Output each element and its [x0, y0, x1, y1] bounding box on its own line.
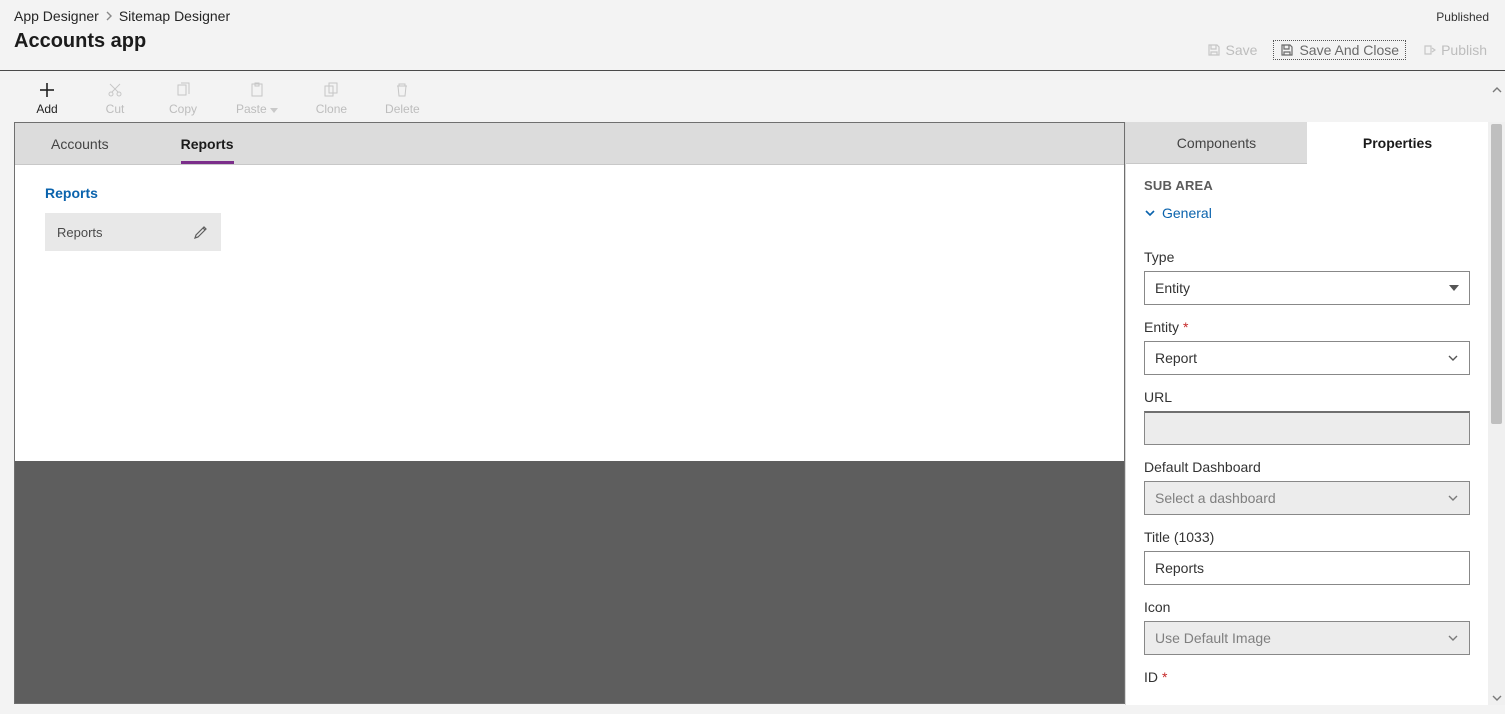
tab-components[interactable]: Components	[1126, 122, 1307, 164]
type-select[interactable]: Entity	[1144, 271, 1470, 305]
id-label: ID	[1144, 669, 1158, 685]
panel-tabs: Components Properties	[1126, 122, 1488, 164]
section-general-label: General	[1162, 205, 1212, 221]
add-label: Add	[36, 102, 57, 116]
icon-value: Use Default Image	[1155, 630, 1271, 646]
tab-properties[interactable]: Properties	[1307, 122, 1488, 164]
canvas-empty-area	[15, 461, 1124, 703]
breadcrumb-current: Sitemap Designer	[119, 8, 230, 24]
header-actions: Save Save And Close Publish	[1203, 40, 1491, 60]
breadcrumb-root[interactable]: App Designer	[14, 8, 99, 24]
sitemap-canvas: Accounts Reports Reports Reports	[14, 122, 1125, 704]
title-label: Title (1033)	[1144, 529, 1214, 545]
canvas-tabs: Accounts Reports	[15, 123, 1124, 165]
main: Accounts Reports Reports Reports Compone…	[0, 122, 1505, 705]
pencil-icon[interactable]	[193, 224, 209, 240]
default-dashboard-placeholder: Select a dashboard	[1155, 490, 1276, 506]
delete-button: Delete	[385, 81, 420, 116]
canvas-wrap: Accounts Reports Reports Reports	[0, 122, 1125, 705]
add-button[interactable]: Add	[32, 81, 62, 116]
tab-reports[interactable]: Reports	[145, 123, 270, 164]
type-label: Type	[1144, 249, 1174, 265]
group-title[interactable]: Reports	[45, 185, 1094, 201]
save-close-icon	[1280, 43, 1294, 57]
required-asterisk: *	[1162, 669, 1167, 685]
canvas-body: Reports Reports	[15, 165, 1124, 461]
copy-button: Copy	[168, 81, 198, 116]
icon-field-label: Icon	[1144, 599, 1170, 615]
clone-button: Clone	[316, 81, 347, 116]
chevron-down-icon	[1144, 207, 1156, 219]
title-input[interactable]: Reports	[1144, 551, 1470, 585]
header: App Designer Sitemap Designer Accounts a…	[0, 0, 1505, 71]
right-panel-container: Components Properties SUB AREA General T…	[1125, 122, 1505, 705]
breadcrumb-separator-icon	[105, 11, 113, 21]
clone-icon	[322, 81, 340, 99]
copy-icon	[174, 81, 192, 99]
cut-button: Cut	[100, 81, 130, 116]
entity-label: Entity	[1144, 319, 1179, 335]
scroll-down-icon[interactable]	[1491, 692, 1502, 703]
copy-label: Copy	[169, 102, 197, 116]
publish-icon	[1422, 43, 1436, 57]
caret-down-icon	[270, 108, 278, 113]
save-button: Save	[1203, 40, 1262, 60]
field-id: ID*	[1144, 669, 1470, 685]
default-dashboard-label: Default Dashboard	[1144, 459, 1261, 475]
required-asterisk: *	[1183, 319, 1188, 335]
properties-panel: Components Properties SUB AREA General T…	[1125, 122, 1488, 705]
section-general-toggle[interactable]: General	[1144, 205, 1212, 221]
url-input	[1144, 411, 1470, 445]
save-close-label: Save And Close	[1299, 42, 1399, 58]
chevron-down-icon	[1447, 352, 1459, 364]
url-label: URL	[1144, 389, 1172, 405]
toolbar: Add Cut Copy Paste Clone Delete	[0, 71, 1505, 122]
title-value: Reports	[1155, 560, 1204, 576]
cut-label: Cut	[106, 102, 125, 116]
save-and-close-button[interactable]: Save And Close	[1273, 40, 1406, 60]
field-icon: Icon Use Default Image	[1144, 599, 1470, 655]
scroll-up-icon[interactable]	[1491, 84, 1502, 95]
paste-label: Paste	[236, 102, 267, 116]
panel-scrollbar[interactable]	[1488, 122, 1505, 705]
clone-label: Clone	[316, 102, 347, 116]
chevron-down-icon	[1447, 632, 1459, 644]
default-dashboard-select[interactable]: Select a dashboard	[1144, 481, 1470, 515]
field-url: URL	[1144, 389, 1470, 445]
tab-accounts[interactable]: Accounts	[15, 123, 145, 164]
clipboard-icon	[248, 81, 266, 99]
status-published: Published	[1436, 10, 1489, 24]
publish-label: Publish	[1441, 42, 1487, 58]
field-entity: Entity* Report	[1144, 319, 1470, 375]
plus-icon	[38, 81, 56, 99]
scissors-icon	[106, 81, 124, 99]
field-type: Type Entity	[1144, 249, 1470, 305]
entity-value: Report	[1155, 350, 1197, 366]
subarea-tile-reports[interactable]: Reports	[45, 213, 221, 251]
scroll-thumb[interactable]	[1491, 124, 1502, 424]
save-label: Save	[1226, 42, 1258, 58]
save-icon	[1207, 43, 1221, 57]
trash-icon	[393, 81, 411, 99]
field-default-dashboard: Default Dashboard Select a dashboard	[1144, 459, 1470, 515]
entity-select[interactable]: Report	[1144, 341, 1470, 375]
chevron-down-icon	[1447, 492, 1459, 504]
delete-label: Delete	[385, 102, 420, 116]
type-value: Entity	[1155, 280, 1190, 296]
publish-button: Publish	[1418, 40, 1491, 60]
paste-button: Paste	[236, 81, 278, 116]
panel-body: SUB AREA General Type Entity Entity* Rep…	[1126, 164, 1488, 704]
field-title: Title (1033) Reports	[1144, 529, 1470, 585]
subarea-tile-label: Reports	[57, 225, 103, 240]
panel-heading: SUB AREA	[1144, 178, 1470, 193]
breadcrumb: App Designer Sitemap Designer	[14, 8, 1491, 24]
icon-select[interactable]: Use Default Image	[1144, 621, 1470, 655]
caret-down-icon	[1449, 285, 1459, 291]
